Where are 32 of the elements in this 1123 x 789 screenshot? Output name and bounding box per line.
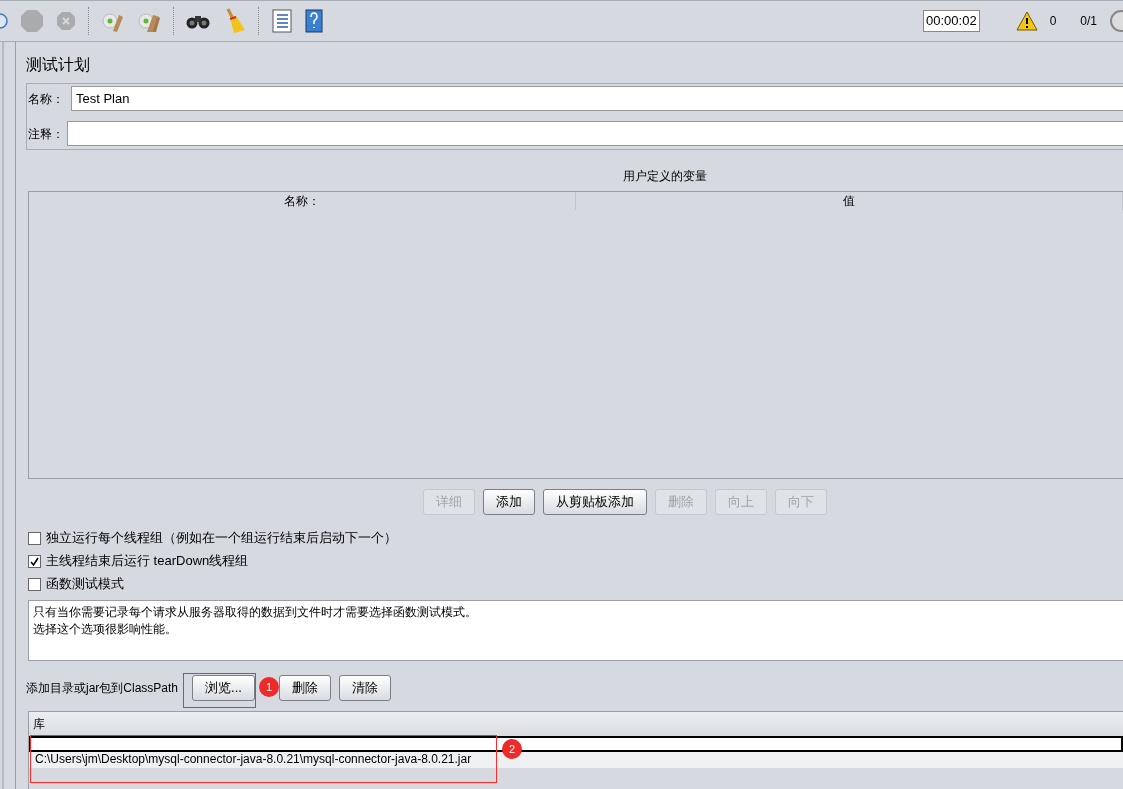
table-row[interactable]: C:\Users\jm\Desktop\mysql-connector-java-8.0.21\mysql-connector-java-8.0.21.jar xyxy=(29,752,1123,768)
checkbox-label: 独立运行每个线程组（例如在一个组运行结束后启动下一个） xyxy=(46,529,397,548)
timer-field: 00:00:02 xyxy=(923,10,980,32)
column-header[interactable]: 名称： xyxy=(29,192,576,210)
checkbox[interactable] xyxy=(28,531,41,545)
name-field[interactable]: Test Plan xyxy=(71,86,1123,111)
list-icon[interactable] xyxy=(271,9,293,33)
checkbox-label: 主线程结束后运行 tearDown线程组 xyxy=(46,552,249,571)
panel-title: 测试计划 xyxy=(26,55,91,75)
thread-count: 0/1 xyxy=(1080,13,1097,30)
field-label: 注释： xyxy=(27,125,65,143)
warning-icon[interactable] xyxy=(1015,11,1038,31)
warning-count: 0 xyxy=(1049,13,1057,30)
classpath-button[interactable]: 浏览... xyxy=(192,675,255,701)
help-book-icon[interactable] xyxy=(305,9,323,33)
table-button[interactable]: 从剪贴板添加 xyxy=(542,489,647,515)
classpath-label: 添加目录或jar包到ClassPath xyxy=(26,680,179,697)
field-label: 名称： xyxy=(27,90,65,108)
classpath-button[interactable]: 清除 xyxy=(338,675,391,701)
info-text: 只有当你需要记录每个请求从服务器取得的数据到文件时才需要选择函数测试模式。 选择这个选项很影响性能。 xyxy=(28,600,1123,661)
binoculars-icon[interactable] xyxy=(186,13,210,29)
number-badge: 1 xyxy=(259,677,279,697)
table-button[interactable]: 添加 xyxy=(482,489,535,515)
classpath-button[interactable]: 删除 xyxy=(278,675,331,701)
column-header[interactable]: 库 xyxy=(29,712,1123,736)
checkbox[interactable] xyxy=(28,554,41,568)
checkbox-label: 函数测试模式 xyxy=(46,575,124,594)
checkbox[interactable] xyxy=(28,577,41,591)
table-row[interactable] xyxy=(29,736,1123,752)
table-title: 用户定义的变量 xyxy=(621,168,708,185)
column-header[interactable]: 值 xyxy=(576,192,1123,210)
comment-field[interactable] xyxy=(67,121,1123,146)
